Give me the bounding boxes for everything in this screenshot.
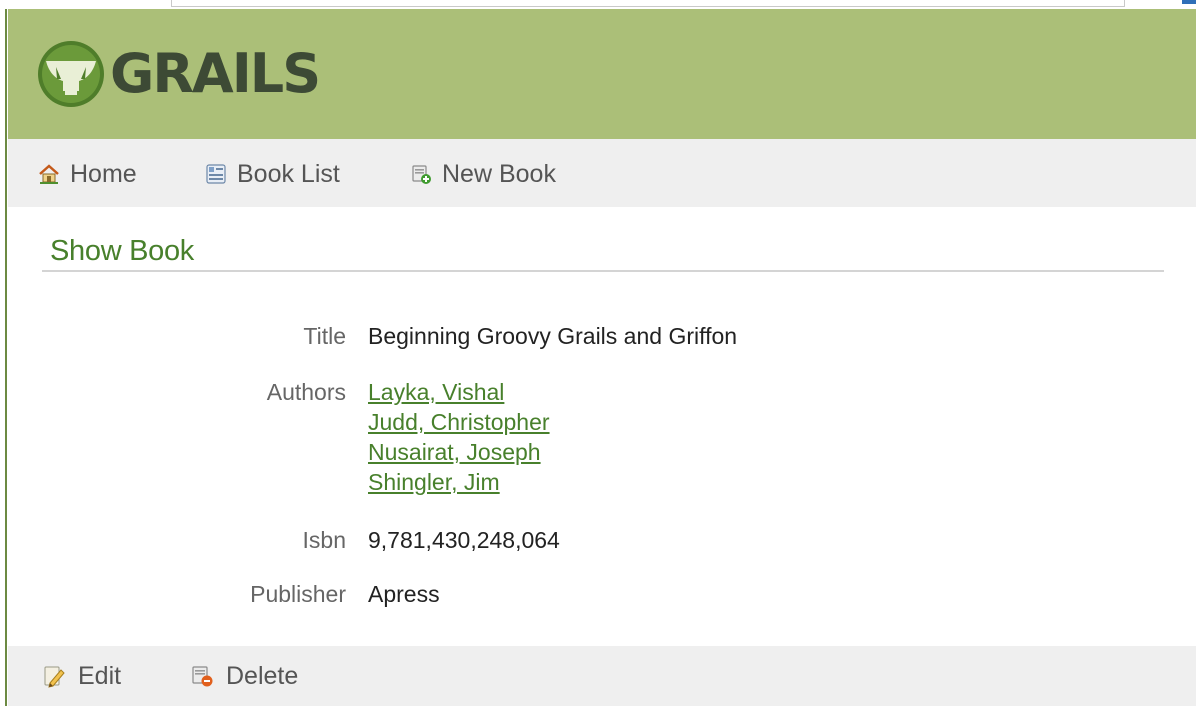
nav-bar: Home Book List New Book [8,139,1196,207]
field-label-title: Title [303,323,346,349]
field-label-isbn: Isbn [302,527,346,553]
field-label-publisher: Publisher [250,581,346,607]
home-icon [39,164,59,184]
page-title: Show Book [50,235,194,267]
browser-frame: GRAILS Home Book List New Book Show Book… [0,0,1196,706]
author-link[interactable]: Judd, Christopher [368,409,550,435]
list-item: Judd, Christopher [368,409,550,439]
nav-book-list-link[interactable]: Book List [205,159,340,189]
list-item: Shingler, Jim [368,469,550,499]
new-book-icon [412,165,431,184]
browser-top-strip [0,0,1196,9]
nav-new-book-label: New Book [442,159,556,188]
field-value-isbn: 9,781,430,248,064 [368,527,560,553]
delete-button[interactable]: Delete [190,661,298,691]
title-divider [42,270,1164,272]
logo-wordmark: GRAILS [110,42,321,105]
window-edge [1182,0,1196,4]
nav-new-book-link[interactable]: New Book [410,159,556,189]
delete-button-label: Delete [226,661,299,690]
field-value-publisher: Apress [368,581,440,607]
author-link[interactable]: Layka, Vishal [368,379,504,405]
edit-button-label: Edit [78,661,122,690]
header-banner: GRAILS [8,9,1196,139]
list-item: Nusairat, Joseph [368,439,550,469]
author-link[interactable]: Shingler, Jim [368,469,500,495]
author-link[interactable]: Nusairat, Joseph [368,439,541,465]
page: GRAILS Home Book List New Book Show Book… [8,9,1196,706]
action-buttons-bar: Edit Delete [8,646,1196,706]
grails-logo-icon [38,41,104,107]
nav-home-link[interactable]: Home [38,159,137,189]
field-value-title: Beginning Groovy Grails and Griffon [368,323,738,349]
edit-button[interactable]: Edit [42,661,121,691]
nav-home-label: Home [70,159,137,188]
pencil-icon [44,666,65,688]
left-border [0,0,8,706]
list-item: Layka, Vishal [368,379,550,409]
delete-book-icon [192,666,213,687]
address-bar[interactable] [171,0,1125,7]
nav-book-list-label: Book List [237,159,340,188]
field-label-authors: Authors [266,379,346,405]
list-icon [206,164,226,184]
authors-list: Layka, Vishal Judd, Christopher Nusairat… [368,379,550,499]
